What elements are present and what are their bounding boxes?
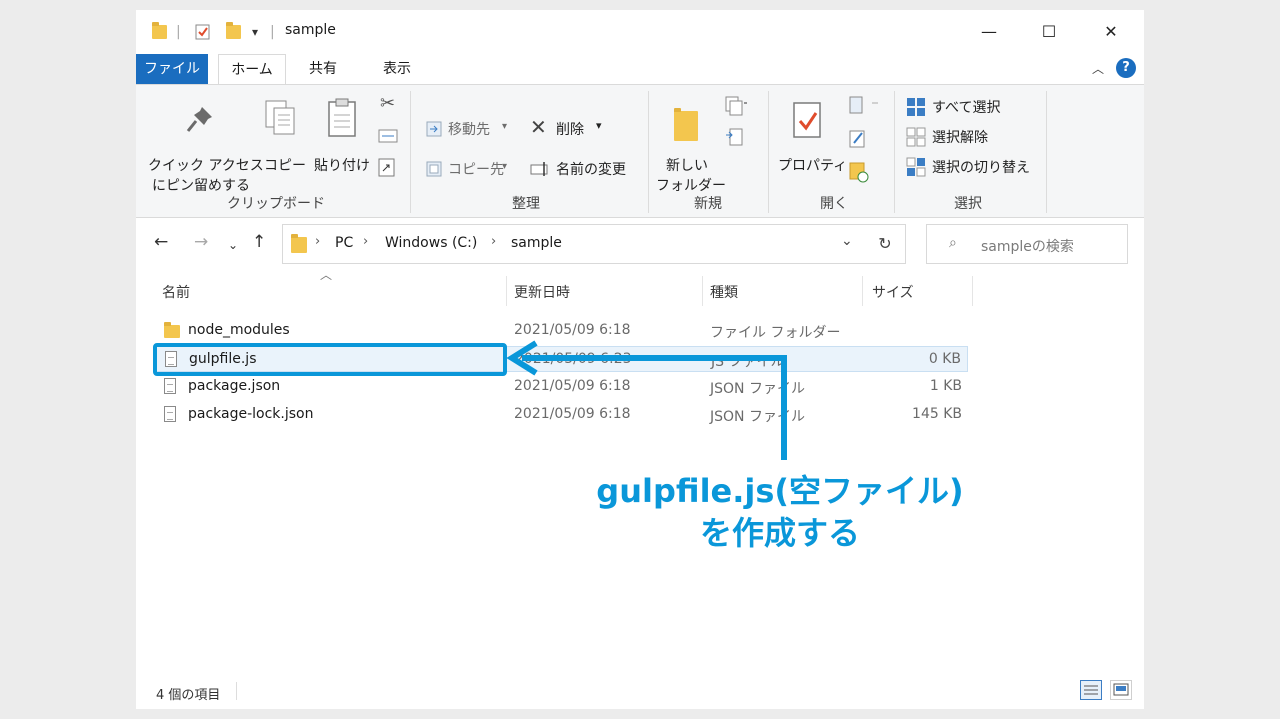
annotation-line-1: gulpfile.js(空ファイル) xyxy=(596,472,964,510)
annotation-line-2: を作成する xyxy=(699,514,860,552)
annotation-text: gulpfile.js(空ファイル) を作成する xyxy=(560,470,1000,554)
annotation-arrow xyxy=(506,340,787,460)
